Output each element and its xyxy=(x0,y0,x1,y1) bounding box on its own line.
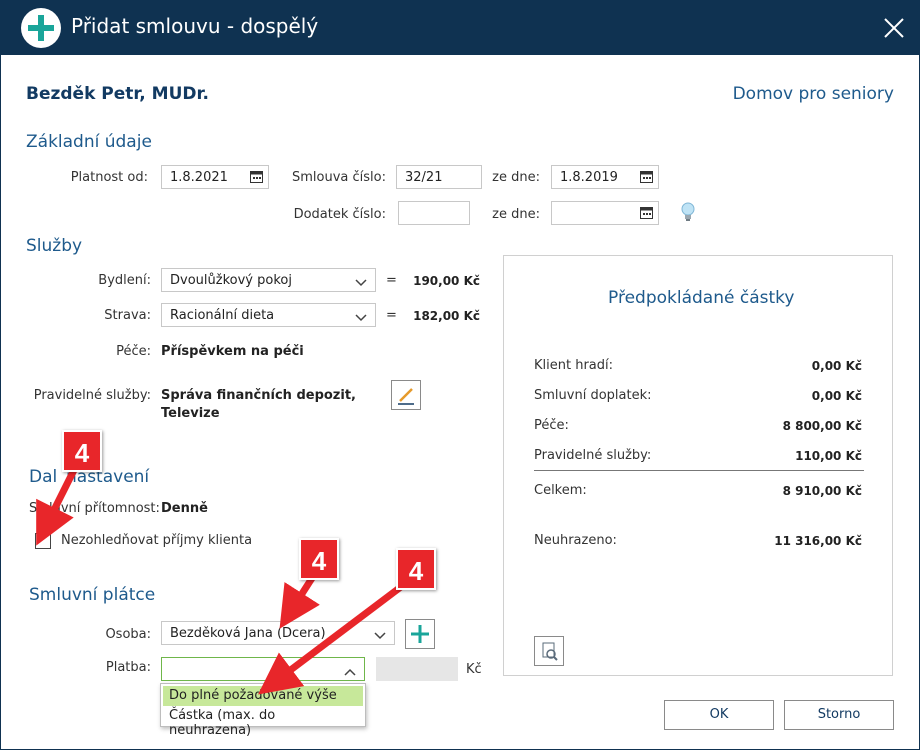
regular-services-label: Pravidelné služby: xyxy=(33,388,151,403)
contract-date-value: 1.8.2019 xyxy=(560,170,618,185)
valid-from-value: 1.8.2021 xyxy=(170,170,228,185)
housing-label: Bydlení: xyxy=(98,273,151,288)
close-icon[interactable] xyxy=(878,12,910,44)
food-select[interactable]: Racionální dieta xyxy=(161,303,376,327)
add-payer-button[interactable] xyxy=(405,619,435,649)
ok-button[interactable]: OK xyxy=(664,700,774,730)
regular-services-value-2: Televize xyxy=(161,406,220,421)
person-select[interactable]: Bezděková Jana (Dcera) xyxy=(161,621,395,645)
amendment-label: Dodatek číslo: xyxy=(293,207,386,222)
client-name: Bezděk Petr, MUDr. xyxy=(26,84,209,104)
food-amount: 182,00 Kč xyxy=(413,309,480,323)
pencil-icon xyxy=(398,388,414,405)
calendar-icon[interactable] xyxy=(250,170,263,187)
edit-services-button[interactable] xyxy=(391,380,421,410)
food-label: Strava: xyxy=(104,308,151,323)
payment-amount-field xyxy=(376,657,458,681)
summary-row-amount: 8 800,00 Kč xyxy=(782,419,862,433)
callout-badge: 4 xyxy=(299,538,339,580)
payer-heading: Smluvní plátce xyxy=(29,585,156,605)
basic-info-heading: Základní údaje xyxy=(26,132,152,152)
calendar-icon[interactable] xyxy=(640,170,653,187)
presence-label: luvní přítomnost: xyxy=(49,501,160,516)
other-settings-heading-prefix: Dal xyxy=(29,467,58,487)
plus-icon xyxy=(411,625,429,643)
chevron-down-icon xyxy=(355,276,367,291)
summary-divider xyxy=(534,470,864,471)
payment-option-amount[interactable]: Částka (max. do neuhrazena) xyxy=(163,706,363,738)
valid-from-label: Platnost od: xyxy=(70,170,148,185)
plus-icon xyxy=(21,8,61,48)
summary-unpaid-amount: 11 316,00 Kč xyxy=(774,534,862,548)
document-search-icon xyxy=(542,642,558,661)
summary-total-label: Celkem: xyxy=(534,483,587,498)
chevron-down-icon xyxy=(355,311,367,326)
payment-label: Platba: xyxy=(105,660,151,675)
summary-title: Předpokládané částky xyxy=(608,288,795,308)
summary-row-amount: 110,00 Kč xyxy=(795,449,862,463)
equals-sign: = xyxy=(386,273,397,288)
chevron-up-icon xyxy=(344,665,356,680)
summary-unpaid-label: Neuhrazeno: xyxy=(534,533,617,548)
calendar-icon[interactable] xyxy=(640,206,653,223)
window-title: Přidat smlouvu - dospělý xyxy=(71,14,319,38)
regular-services-value-1: Správa finančních depozit, xyxy=(161,388,356,403)
cancel-button[interactable]: Storno xyxy=(784,700,894,730)
services-heading: Služby xyxy=(26,236,83,256)
title-bar: Přidat smlouvu - dospělý xyxy=(0,0,920,55)
facility-name: Domov pro seniory xyxy=(732,84,894,104)
ignore-income-checkbox[interactable] xyxy=(35,533,51,549)
care-label: Péče: xyxy=(116,344,151,359)
summary-row-label: Klient hradí: xyxy=(534,358,614,373)
person-value: Bezděková Jana (Dcera) xyxy=(170,626,326,641)
summary-row-amount: 0,00 Kč xyxy=(811,389,862,403)
housing-amount: 190,00 Kč xyxy=(413,274,480,288)
contract-date-label: ze dne: xyxy=(492,170,540,185)
contract-no-field[interactable]: 32/21 xyxy=(396,165,482,189)
housing-value: Dvoulůžkový pokoj xyxy=(170,273,292,288)
currency-label: Kč xyxy=(466,662,482,677)
amendment-date-label: ze dne: xyxy=(492,207,540,222)
amendment-field[interactable] xyxy=(398,201,470,225)
summary-row-label: Péče: xyxy=(534,418,569,433)
summary-row-amount: 0,00 Kč xyxy=(811,359,862,373)
contract-no-value: 32/21 xyxy=(405,170,443,185)
preview-button[interactable] xyxy=(534,636,564,666)
food-value: Racionální dieta xyxy=(170,308,275,323)
equals-sign: = xyxy=(386,308,397,323)
chevron-down-icon xyxy=(374,629,386,644)
callout-badge: 4 xyxy=(62,430,102,472)
valid-from-field[interactable]: 1.8.2021 xyxy=(161,165,269,189)
contract-date-field[interactable]: 1.8.2019 xyxy=(551,165,659,189)
presence-value: Denně xyxy=(161,501,208,516)
payment-option-full[interactable]: Do plné požadované výše xyxy=(163,686,363,706)
care-value: Příspěvkem na péči xyxy=(161,344,304,359)
payment-select[interactable] xyxy=(161,657,365,681)
summary-row-label: Pravidelné služby: xyxy=(534,448,652,463)
lightbulb-icon[interactable] xyxy=(680,202,696,226)
summary-total-amount: 8 910,00 Kč xyxy=(782,484,862,498)
ignore-income-label: Nezohledňovat příjmy klienta xyxy=(61,533,253,548)
callout-badge: 4 xyxy=(396,548,436,590)
housing-select[interactable]: Dvoulůžkový pokoj xyxy=(161,268,376,292)
payment-options-list: Do plné požadované výše Částka (max. do … xyxy=(160,683,366,738)
amendment-date-field[interactable] xyxy=(551,201,659,225)
person-label: Osoba: xyxy=(105,627,151,642)
presence-label-prefix: Sm xyxy=(29,501,50,516)
contract-no-label: Smlouva číslo: xyxy=(292,170,386,185)
estimated-amounts-panel: Předpokládané částky Klient hradí: 0,00 … xyxy=(503,255,893,676)
summary-row-label: Smluvní doplatek: xyxy=(534,388,652,403)
